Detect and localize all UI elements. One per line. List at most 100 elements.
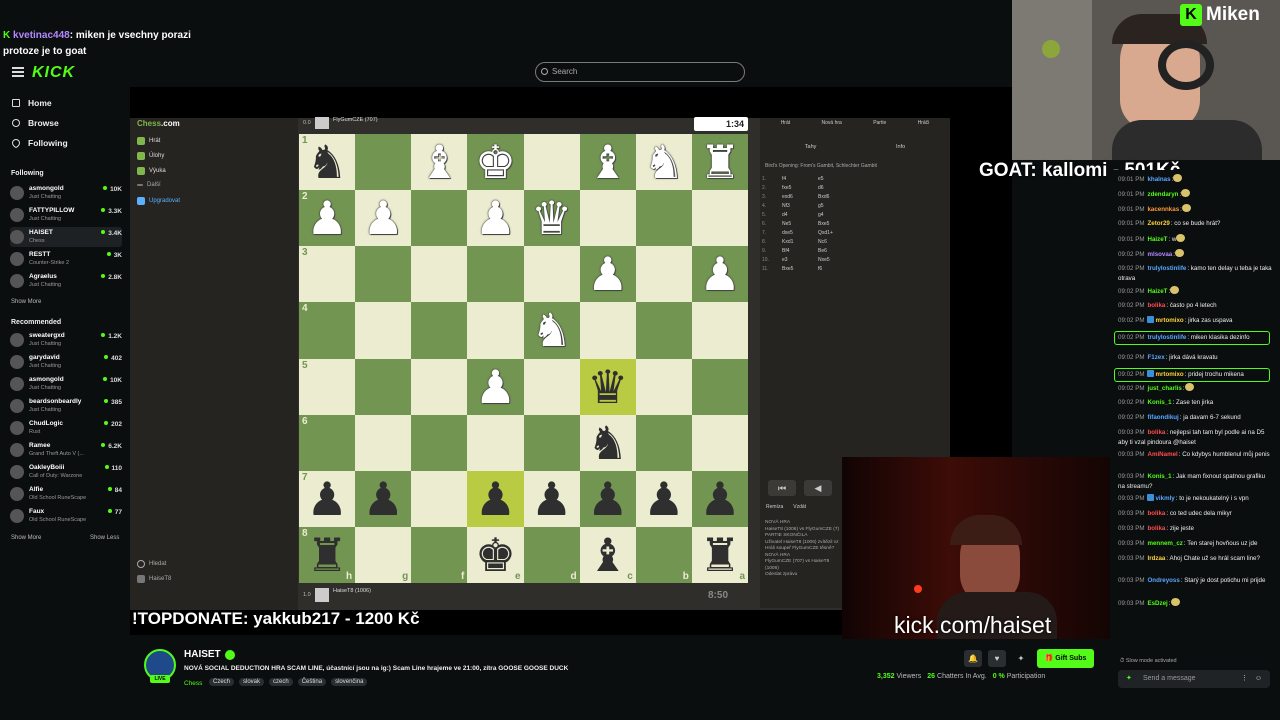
board-square[interactable]: b: [635, 526, 692, 583]
board-square[interactable]: [523, 246, 580, 303]
board-square[interactable]: 3: [299, 246, 356, 303]
chat-username[interactable]: bolika: [1147, 302, 1165, 309]
stream-tag[interactable]: slovak: [239, 678, 265, 686]
chat-username[interactable]: bolika: [1147, 525, 1165, 532]
black-pawn-icon[interactable]: ♟: [363, 476, 404, 522]
board-square[interactable]: ♞: [523, 302, 580, 359]
chat-username[interactable]: just_charlis: [1147, 385, 1181, 392]
stream-tag[interactable]: czech: [269, 678, 293, 686]
board-square[interactable]: [355, 134, 412, 191]
black-rook-icon[interactable]: ♜: [699, 532, 740, 578]
board-square[interactable]: 1 ♞: [299, 134, 356, 191]
white-pawn-icon[interactable]: ♟: [475, 364, 516, 410]
board-square[interactable]: [635, 302, 692, 359]
following-show-more[interactable]: Show More: [11, 299, 41, 305]
black-pawn-icon[interactable]: ♟: [306, 476, 347, 522]
menu-icon[interactable]: [12, 67, 24, 77]
sidebar-channel[interactable]: HAISET Chess 3.4K: [10, 227, 122, 247]
black-bishop-icon[interactable]: ♝: [587, 532, 628, 578]
chat-input[interactable]: ✦ Send a message ⋮ ☺: [1118, 670, 1270, 688]
chat-username[interactable]: AmiNamel: [1147, 451, 1177, 458]
board-square[interactable]: [635, 414, 692, 471]
board-square[interactable]: [523, 358, 580, 415]
white-knight-icon[interactable]: ♞: [531, 307, 572, 353]
board-square[interactable]: 7 ♟: [299, 470, 356, 527]
board-square[interactable]: [635, 246, 692, 303]
stream-tag[interactable]: Čeština: [297, 678, 327, 686]
black-knight-icon[interactable]: ♞: [306, 139, 347, 185]
board-square[interactable]: [467, 246, 524, 303]
sidebar-channel[interactable]: ChudLogic Rust 202: [10, 418, 122, 438]
board-square[interactable]: ♟: [691, 246, 748, 303]
stream-tag[interactable]: slovenčina: [331, 678, 368, 686]
sidebar-channel[interactable]: asmongold Just Chatting 10K: [10, 183, 122, 203]
board-square[interactable]: [411, 470, 468, 527]
board-square[interactable]: [411, 302, 468, 359]
sidebar-channel[interactable]: beardsonbeardly Just Chatting 385: [10, 396, 122, 416]
black-pawn-icon[interactable]: ♟: [699, 476, 740, 522]
board-square[interactable]: f: [411, 526, 468, 583]
chat-username[interactable]: Ondreyoss: [1147, 577, 1179, 584]
board-square[interactable]: [411, 358, 468, 415]
chat-username[interactable]: F1zex: [1147, 354, 1164, 361]
chat-username[interactable]: zdendaryn: [1147, 191, 1178, 198]
board-square[interactable]: [355, 246, 412, 303]
black-king-icon[interactable]: ♚: [475, 532, 516, 578]
board-square[interactable]: ♞: [635, 134, 692, 191]
board-square[interactable]: [579, 190, 636, 247]
sidebar-channel[interactable]: Agraelus Just Chatting 2.8K: [10, 271, 122, 291]
board-square[interactable]: ♟: [579, 470, 636, 527]
black-pawn-icon[interactable]: ♟: [475, 476, 516, 522]
board-square[interactable]: [691, 190, 748, 247]
white-bishop-icon[interactable]: ♝: [419, 139, 460, 185]
search-input[interactable]: Search: [535, 62, 745, 82]
white-rook-icon[interactable]: ♜: [699, 139, 740, 185]
board-square[interactable]: ♟: [635, 470, 692, 527]
chat-username[interactable]: HaizeT: [1147, 288, 1167, 295]
board-square[interactable]: ♟: [355, 470, 412, 527]
chat-username[interactable]: fifaondikuj: [1147, 414, 1178, 421]
board-square[interactable]: [523, 134, 580, 191]
white-queen-icon[interactable]: ♛: [531, 195, 572, 241]
recommended-show-less[interactable]: Show Less: [90, 535, 119, 541]
sidebar-channel[interactable]: Faux Old School RuneScape 77: [10, 506, 122, 526]
white-pawn-icon[interactable]: ♟: [306, 195, 347, 241]
board-square[interactable]: [355, 414, 412, 471]
board-square[interactable]: 8 h ♜: [299, 526, 356, 583]
emote-picker-icon[interactable]: ⋮: [1241, 670, 1248, 688]
sidebar-channel[interactable]: OakleyBoiii Call of Duty: Warzone 110: [10, 462, 122, 482]
chat-username[interactable]: HaizeT: [1147, 236, 1167, 243]
board-square[interactable]: [579, 302, 636, 359]
kick-logo[interactable]: KICK: [32, 64, 75, 82]
board-square[interactable]: ♞: [579, 414, 636, 471]
board-square[interactable]: ♛: [579, 358, 636, 415]
chat-username[interactable]: kacennkas: [1147, 206, 1179, 213]
chat-username[interactable]: bolika: [1147, 429, 1165, 436]
nav-following[interactable]: Following: [10, 137, 68, 149]
board-square[interactable]: ♛: [523, 190, 580, 247]
chess-board[interactable]: 1 ♞ ♝ ♚ ♝ ♞ ♜ 2 ♟ ♟ ♟ ♛ 3 ♟ ♟ 4 ♞ 5 ♟ ♛ 6 ♞ 7 ♟ ♟ ♟ ♟ ♟ ♟ ♟ 8 h ♜ g f e ♚ d c ♝…: [299, 134, 748, 583]
board-square[interactable]: ♟: [355, 190, 412, 247]
chat-username[interactable]: mrtomixo: [1155, 317, 1183, 324]
chat-username[interactable]: mlsovaa: [1147, 251, 1172, 258]
board-square[interactable]: [355, 302, 412, 359]
board-square[interactable]: [635, 358, 692, 415]
chat-username[interactable]: Irdzaa: [1147, 555, 1165, 562]
board-square[interactable]: 4: [299, 302, 356, 359]
board-square[interactable]: ♜: [691, 134, 748, 191]
board-square[interactable]: [467, 302, 524, 359]
board-square[interactable]: ♝: [411, 134, 468, 191]
sidebar-channel[interactable]: FATTYPILLOW Just Chatting 3.3K: [10, 205, 122, 225]
board-square[interactable]: [691, 358, 748, 415]
board-square[interactable]: a ♜: [691, 526, 748, 583]
board-square[interactable]: g: [355, 526, 412, 583]
black-pawn-icon[interactable]: ♟: [643, 476, 684, 522]
white-pawn-icon[interactable]: ♟: [363, 195, 404, 241]
notification-bell-icon[interactable]: 🔔: [964, 650, 982, 667]
nav-home[interactable]: Home: [12, 98, 52, 108]
board-square[interactable]: ♟: [467, 358, 524, 415]
sidebar-channel[interactable]: Ramee Grand Theft Auto V (... 6.2K: [10, 440, 122, 460]
board-square[interactable]: ♚: [467, 134, 524, 191]
sidebar-channel[interactable]: Alfie Old School RuneScape 84: [10, 484, 122, 504]
board-square[interactable]: ♟: [467, 470, 524, 527]
